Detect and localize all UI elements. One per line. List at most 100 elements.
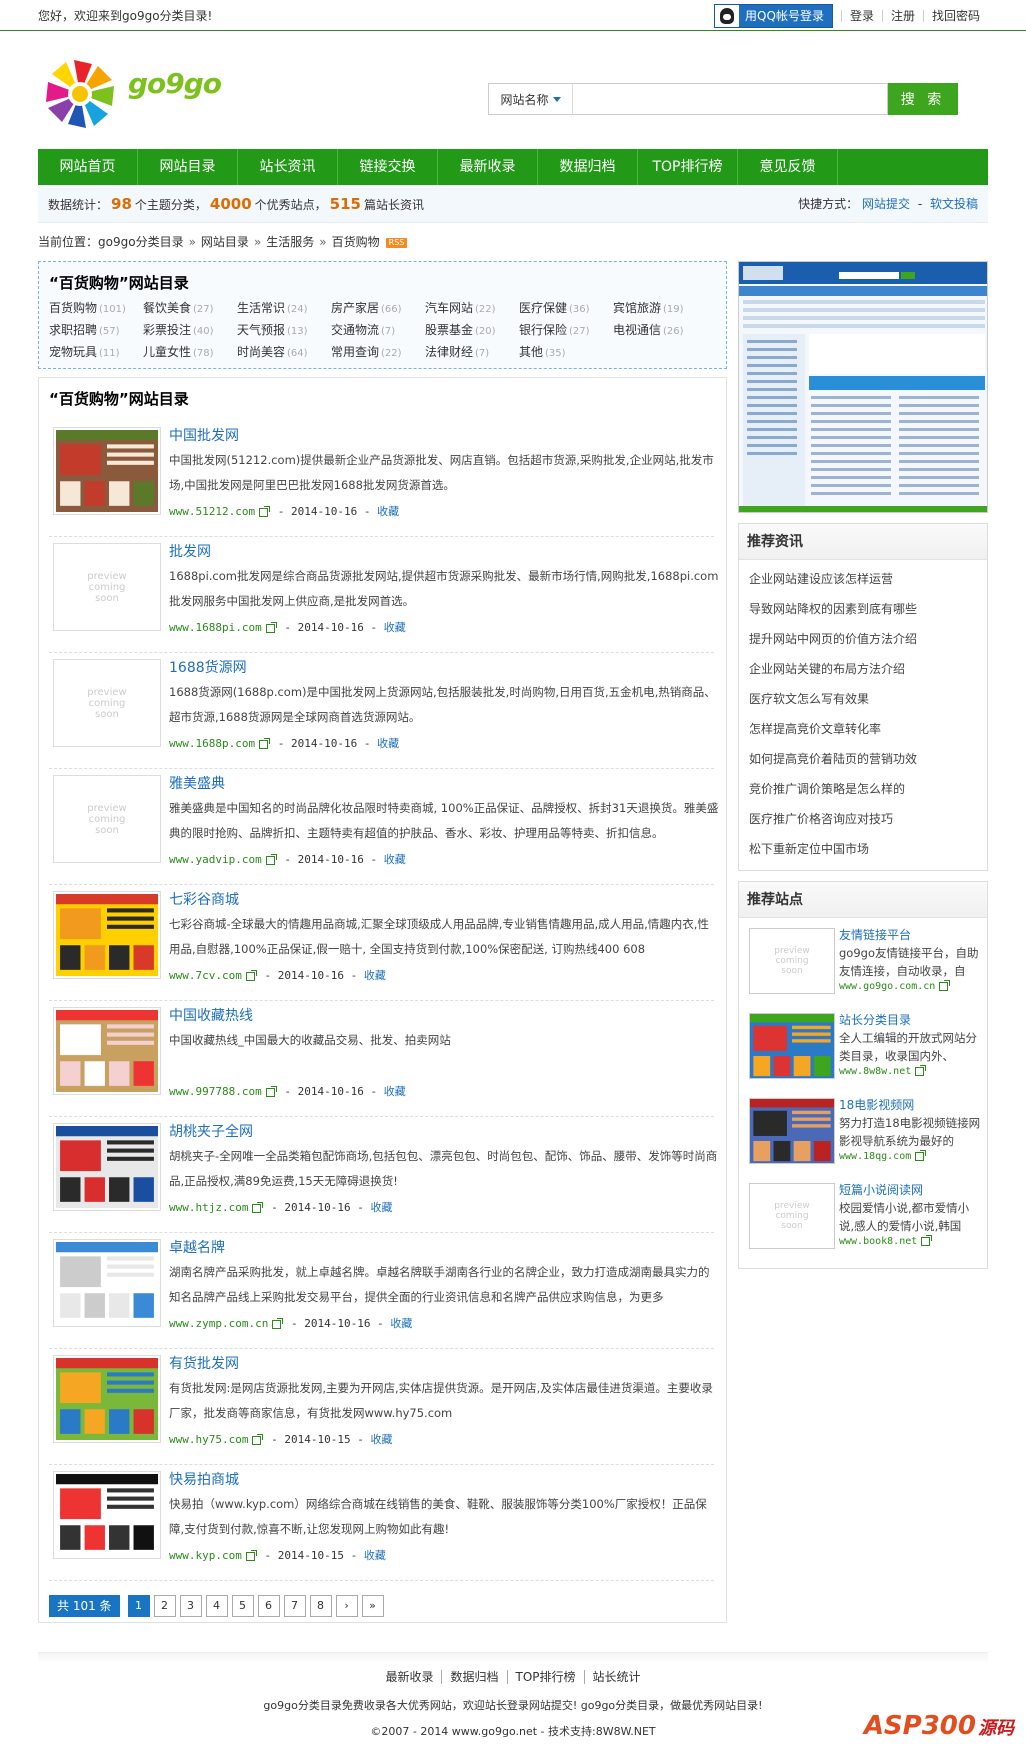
site-thumbnail[interactable] <box>749 1013 835 1079</box>
site-url-link[interactable]: www.zymp.com.cn <box>169 1317 268 1330</box>
category-link[interactable]: 汽车网站 (22) <box>425 299 519 319</box>
favorite-link[interactable]: 收藏 <box>377 505 399 518</box>
quick-article-link[interactable]: 软文投稿 <box>930 197 978 211</box>
page-button[interactable]: 4 <box>205 1595 228 1617</box>
category-link[interactable]: 宠物玩具 (11) <box>49 343 143 363</box>
site-thumbnail[interactable]: preview coming soon <box>53 775 161 863</box>
favorite-link[interactable]: 收藏 <box>390 1317 412 1330</box>
footer-link-latest[interactable]: 最新收录 <box>385 1670 433 1684</box>
external-link-icon[interactable] <box>915 1149 927 1161</box>
site-thumbnail[interactable] <box>53 1239 161 1327</box>
site-title-link[interactable]: 七彩谷商城 <box>169 889 239 909</box>
external-link-icon[interactable] <box>265 1085 277 1097</box>
breadcrumb-life[interactable]: 生活服务 <box>266 235 314 249</box>
nav-latest[interactable]: 最新收录 <box>438 149 538 185</box>
recommended-site-url-text[interactable]: www.go9go.com.cn <box>839 981 935 992</box>
search-type-select[interactable]: 网站名称 <box>488 83 572 115</box>
external-link-icon[interactable] <box>939 979 951 991</box>
site-url-link[interactable]: www.997788.com <box>169 1085 262 1098</box>
qq-login-button[interactable]: 用QQ帐号登录 <box>714 3 833 28</box>
news-item-link[interactable]: 医疗推广价格咨询应对技巧 <box>749 804 977 834</box>
register-link[interactable]: 注册 <box>881 9 923 22</box>
external-link-icon[interactable] <box>921 1234 933 1246</box>
external-link-icon[interactable] <box>252 1201 264 1213</box>
site-thumbnail[interactable] <box>53 1123 161 1211</box>
favorite-link[interactable]: 收藏 <box>384 621 406 634</box>
site-thumbnail[interactable]: preview coming soon <box>53 659 161 747</box>
favorite-link[interactable]: 收藏 <box>384 853 406 866</box>
page-button[interactable]: » <box>361 1595 384 1617</box>
breadcrumb-directory[interactable]: 网站目录 <box>201 235 249 249</box>
site-title-link[interactable]: 胡桃夹子全网 <box>169 1121 253 1141</box>
external-link-icon[interactable] <box>245 969 257 981</box>
page-button[interactable]: 3 <box>179 1595 202 1617</box>
page-button[interactable]: 1 <box>127 1595 150 1617</box>
category-link[interactable]: 其他 (35) <box>519 343 613 363</box>
external-link-icon[interactable] <box>252 1433 264 1445</box>
external-link-icon[interactable] <box>265 621 277 633</box>
footer-link-top[interactable]: TOP排行榜 <box>516 1670 576 1684</box>
external-link-icon[interactable] <box>259 737 271 749</box>
favorite-link[interactable]: 收藏 <box>384 1085 406 1098</box>
search-input[interactable] <box>572 83 888 115</box>
news-item-link[interactable]: 竞价推广调价策略是怎么样的 <box>749 774 977 804</box>
site-thumbnail[interactable]: preview coming soon <box>749 1183 835 1249</box>
site-url-link[interactable]: www.kyp.com <box>169 1549 242 1562</box>
category-link[interactable]: 宾馆旅游 (19) <box>613 299 707 319</box>
news-item-link[interactable]: 松下重新定位中国市场 <box>749 834 977 864</box>
recommended-site-name[interactable]: 短篇小说阅读网 <box>839 1181 923 1198</box>
site-title-link[interactable]: 中国批发网 <box>169 425 239 445</box>
nav-feedback[interactable]: 意见反馈 <box>738 149 838 185</box>
nav-home[interactable]: 网站首页 <box>38 149 138 185</box>
recommended-site-url-text[interactable]: www.18qg.com <box>839 1151 911 1162</box>
category-link[interactable]: 房产家居 (66) <box>331 299 425 319</box>
page-button[interactable]: 5 <box>231 1595 254 1617</box>
site-thumbnail[interactable] <box>53 1355 161 1443</box>
site-title-link[interactable]: 雅美盛典 <box>169 773 225 793</box>
category-link[interactable]: 彩票投注 (40) <box>143 321 237 341</box>
news-item-link[interactable]: 提升网站中网页的价值方法介绍 <box>749 624 977 654</box>
page-button[interactable]: › <box>335 1595 358 1617</box>
news-item-link[interactable]: 怎样提高竞价文章转化率 <box>749 714 977 744</box>
site-url-link[interactable]: www.7cv.com <box>169 969 242 982</box>
site-thumbnail[interactable] <box>53 1007 161 1095</box>
site-thumbnail[interactable] <box>53 891 161 979</box>
site-title-link[interactable]: 快易拍商城 <box>169 1469 239 1489</box>
nav-directory[interactable]: 网站目录 <box>138 149 238 185</box>
category-link[interactable]: 儿童女性 (78) <box>143 343 237 363</box>
site-title-link[interactable]: 卓越名牌 <box>169 1237 225 1257</box>
category-link[interactable]: 求职招聘 (57) <box>49 321 143 341</box>
category-link[interactable]: 常用查询 (22) <box>331 343 425 363</box>
recommended-site-name[interactable]: 18电影视频网 <box>839 1096 914 1113</box>
favorite-link[interactable]: 收藏 <box>364 969 386 982</box>
news-item-link[interactable]: 导致网站降权的因素到底有哪些 <box>749 594 977 624</box>
nav-archive[interactable]: 数据归档 <box>538 149 638 185</box>
recommended-site-name[interactable]: 友情链接平台 <box>839 926 911 943</box>
site-thumbnail[interactable] <box>749 1098 835 1164</box>
site-thumbnail[interactable]: preview coming soon <box>749 928 835 994</box>
footer-link-stats[interactable]: 站长统计 <box>593 1670 641 1684</box>
news-item-link[interactable]: 企业网站关键的布局方法介绍 <box>749 654 977 684</box>
external-link-icon[interactable] <box>245 1549 257 1561</box>
quick-submit-link[interactable]: 网站提交 <box>862 197 910 211</box>
site-thumbnail[interactable] <box>53 1471 161 1559</box>
news-item-link[interactable]: 医疗软文怎么写有效果 <box>749 684 977 714</box>
site-url-link[interactable]: www.51212.com <box>169 505 255 518</box>
category-link[interactable]: 时尚美容 (64) <box>237 343 331 363</box>
category-link[interactable]: 法律财经 (7) <box>425 343 519 363</box>
news-item-link[interactable]: 企业网站建设应该怎样运营 <box>749 564 977 594</box>
favorite-link[interactable]: 收藏 <box>377 737 399 750</box>
category-link[interactable]: 银行保险 (27) <box>519 321 613 341</box>
recommended-site-name[interactable]: 站长分类目录 <box>839 1011 911 1028</box>
site-title-link[interactable]: 中国收藏热线 <box>169 1005 253 1025</box>
category-link[interactable]: 医疗保健 (36) <box>519 299 613 319</box>
external-link-icon[interactable] <box>915 1064 927 1076</box>
category-link[interactable]: 股票基金 (20) <box>425 321 519 341</box>
favorite-link[interactable]: 收藏 <box>370 1201 392 1214</box>
site-title-link[interactable]: 批发网 <box>169 541 211 561</box>
site-url-link[interactable]: www.1688p.com <box>169 737 255 750</box>
site-logo[interactable]: go9go <box>40 57 222 131</box>
site-url-link[interactable]: www.hy75.com <box>169 1433 248 1446</box>
external-link-icon[interactable] <box>265 853 277 865</box>
external-link-icon[interactable] <box>259 505 271 517</box>
